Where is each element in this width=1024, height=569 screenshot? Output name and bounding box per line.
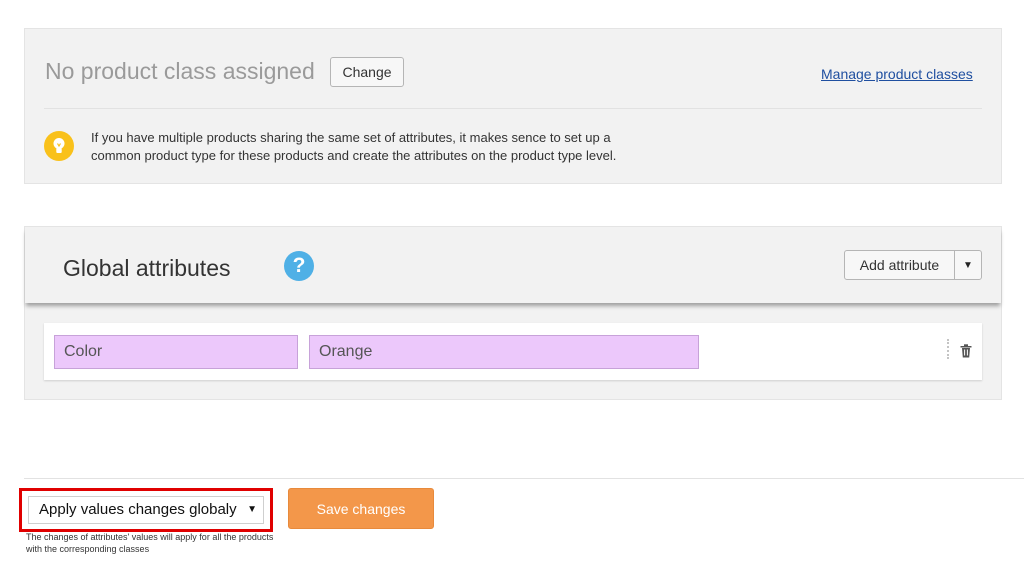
caret-down-icon: ▼ — [247, 504, 257, 515]
drag-handle[interactable] — [947, 339, 949, 359]
manage-product-classes-link[interactable]: Manage product classes — [821, 66, 973, 82]
trash-icon[interactable] — [960, 344, 972, 358]
tip-text: If you have multiple products sharing th… — [91, 129, 616, 165]
apply-mode-select[interactable]: Apply values changes globaly ▼ — [28, 496, 264, 524]
change-class-button[interactable]: Change — [330, 57, 404, 87]
caret-down-icon: ▼ — [963, 259, 973, 271]
help-icon[interactable]: ? — [284, 251, 314, 281]
add-attribute-dropdown[interactable]: ▼ — [955, 251, 981, 279]
product-class-panel: No product class assigned Change Manage … — [24, 28, 1002, 184]
tip-line-1: If you have multiple products sharing th… — [91, 130, 611, 145]
footer-divider — [24, 478, 1024, 479]
global-attributes-title: Global attributes — [63, 255, 231, 281]
apply-mode-note: The changes of attributes' values will a… — [26, 532, 274, 554]
attribute-value-input[interactable] — [309, 335, 699, 369]
attribute-row — [44, 323, 982, 380]
apply-mode-highlight: Apply values changes globaly ▼ — [19, 488, 273, 532]
global-attributes-panel: Global attributes ? Add attribute ▼ — [24, 226, 1002, 400]
global-attributes-header: Global attributes ? Add attribute ▼ — [25, 227, 1001, 303]
apply-mode-selected-value: Apply values changes globaly — [39, 501, 237, 518]
attribute-name-input[interactable] — [54, 335, 298, 369]
add-attribute-button[interactable]: Add attribute — [845, 251, 955, 279]
add-attribute-button-group: Add attribute ▼ — [844, 250, 982, 280]
tip-line-2: common product type for these products a… — [91, 148, 617, 163]
lightbulb-icon — [44, 131, 74, 161]
save-changes-button[interactable]: Save changes — [288, 488, 434, 529]
product-class-title: No product class assigned — [45, 58, 315, 84]
divider — [44, 108, 982, 109]
